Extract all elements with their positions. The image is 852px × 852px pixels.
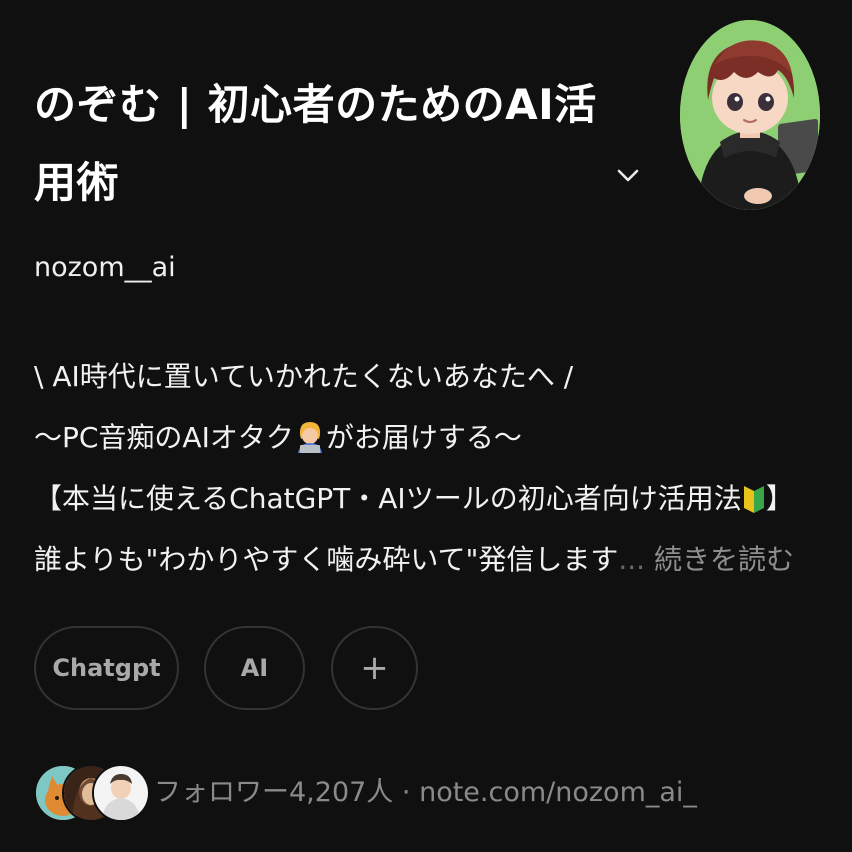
beginner-mark-icon (742, 474, 766, 535)
follower-avatar (92, 764, 150, 822)
follower-avatars[interactable] (34, 764, 150, 822)
title-line-2: 用術 (34, 158, 120, 207)
read-more-link[interactable]: 続きを読む (654, 543, 794, 576)
bio-ellipsis: ... (618, 543, 646, 576)
technologist-emoji-icon (294, 413, 326, 474)
followers-label: フォロワー (154, 777, 289, 808)
page-title: のぞむ | 初心者のためのAI活 用術 (34, 66, 619, 222)
followers-unit: 人 (366, 777, 394, 808)
bio-line-4: 誰よりも"わかりやすく噛み砕いて"発信します... 続きを読む (34, 529, 824, 590)
avatar[interactable] (680, 20, 820, 210)
bio-line-2: 〜PC音痴のAIオタク がお届けする〜 (34, 407, 824, 468)
followers-count[interactable]: 4,207 (289, 777, 366, 808)
chevron-down-icon[interactable] (612, 160, 644, 192)
tag-label: AI (240, 654, 269, 682)
add-tag-button[interactable]: + (331, 626, 418, 710)
bio-line-1: \ AI時代に置いていかれたくないあなたへ / (34, 360, 574, 393)
bio-line-2-text: 〜PC音痴のAIオタク (34, 421, 294, 454)
tag-chatgpt[interactable]: Chatgpt (34, 626, 179, 710)
profile-footer: フォロワー4,207人 · note.com/nozom_ai_ (154, 770, 697, 809)
bio-line-2-text-end: がお届けする〜 (325, 421, 522, 454)
tag-label: Chatgpt (52, 654, 161, 682)
bio-line-3-text: 【本当に使えるChatGPT・AIツールの初心者向け活用法 (34, 482, 742, 515)
tag-ai[interactable]: AI (204, 626, 305, 710)
username: nozom__ai (34, 252, 176, 283)
bio-line-4-text: 誰よりも"わかりやすく噛み砕いて"発信します (34, 543, 619, 576)
bio-line-3: 【本当に使えるChatGPT・AIツールの初心者向け活用法 】 (34, 468, 824, 529)
profile-bio: \ AI時代に置いていかれたくないあなたへ / 〜PC音痴のAIオタク がお届け… (34, 346, 824, 590)
footer-separator: · (401, 777, 411, 808)
plus-icon: + (360, 648, 389, 688)
title-line-1: のぞむ | 初心者のためのAI活 (34, 80, 597, 129)
profile-link[interactable]: note.com/nozom_ai_ (419, 777, 697, 808)
bio-line-3-text-end: 】 (765, 482, 794, 515)
